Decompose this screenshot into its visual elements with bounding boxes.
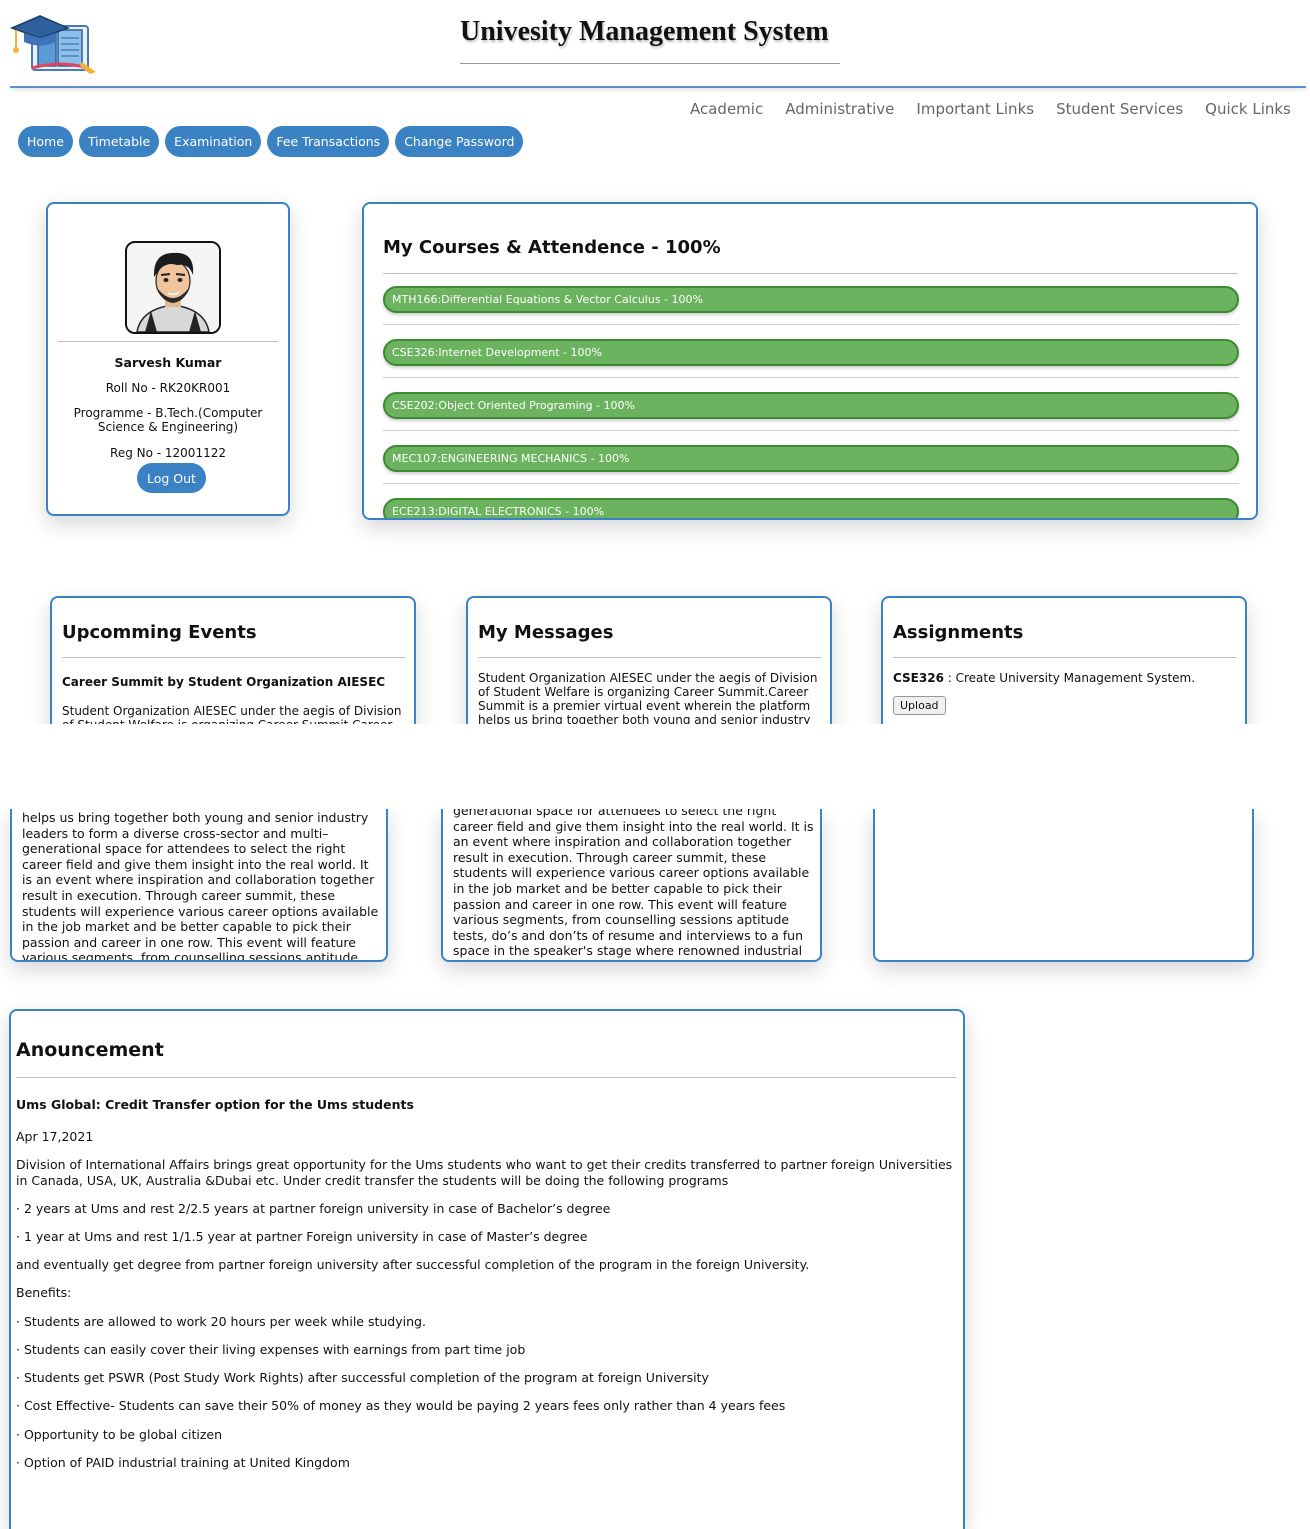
assignment-task: Create University Management System. [955,671,1196,685]
nav-fee-transactions-button[interactable]: Fee Transactions [267,126,390,157]
attendance-bar[interactable]: MTH166:Differential Equations & Vector C… [383,286,1239,313]
courses-card: My Courses & Attendence - 100% MTH166:Di… [362,202,1258,520]
announcement-title: Anouncement [16,1039,164,1061]
profile-card: Sarvesh Kumar Roll No - RK20KR001 Progra… [46,202,290,516]
events-divider [62,657,405,658]
profile-divider [58,341,278,342]
course-divider [383,324,1239,325]
benefit-item: · Students get PSWR (Post Study Work Rig… [16,1370,709,1385]
attendance-bar[interactable]: ECE213:DIGITAL ELECTRONICS - 100% [383,498,1239,518]
programme: Programme - B.Tech.(Computer Science & E… [73,406,263,434]
course-row: MTH166:Differential Equations & Vector C… [383,286,1239,339]
pill-nav: Home Timetable Examination Fee Transacti… [18,126,524,157]
messages-card-continued: generational space for attendees to sele… [441,809,822,962]
upcoming-events-card-continued: helps us bring together both young and s… [10,809,388,962]
event-title: Career Summit by Student Organization AI… [62,675,386,689]
menu-administrative[interactable]: Administrative [785,100,894,118]
menu-quick-links[interactable]: Quick Links [1205,100,1291,118]
title-underline [460,63,840,64]
attendance-bar[interactable]: CSE326:Internet Development - 100% [383,339,1239,366]
assignment-course-code: CSE326 [893,671,944,685]
nav-examination-button[interactable]: Examination [165,126,262,157]
student-avatar-icon [125,241,221,334]
benefit-item: · Students are allowed to work 20 hours … [16,1314,426,1329]
benefit-item: · Students can easily cover their living… [16,1342,526,1357]
nav-home-button[interactable]: Home [18,126,73,157]
course-row: CSE202:Object Oriented Programing - 100% [383,392,1239,445]
logout-button[interactable]: Log Out [137,463,206,493]
announcement-headline: Ums Global: Credit Transfer option for t… [16,1097,414,1112]
course-divider [383,377,1239,378]
benefits-label: Benefits: [16,1285,72,1300]
assignments-card-continued [873,809,1254,962]
menu-academic[interactable]: Academic [690,100,763,118]
menu-important-links[interactable]: Important Links [916,100,1034,118]
event-description-continued: helps us bring together both young and s… [22,810,379,962]
top-menu: Academic Administrative Important Links … [690,100,1291,118]
student-name: Sarvesh Kumar [114,355,222,370]
announcement-date: Apr 17,2021 [16,1129,94,1144]
message-text-continued: generational space for attendees to sele… [453,809,814,959]
graduation-cap-books-icon [9,8,102,74]
benefit-item: · Cost Effective- Students can save thei… [16,1398,786,1413]
announcement-closing: and eventually get degree from partner f… [16,1257,810,1272]
announcement-intro: Division of International Affairs brings… [16,1157,953,1188]
course-divider [383,430,1239,431]
nav-timetable-button[interactable]: Timetable [78,126,160,157]
attendance-bar[interactable]: CSE202:Object Oriented Programing - 100% [383,392,1239,419]
announcement-divider [16,1077,956,1078]
nav-change-password-button[interactable]: Change Password [395,126,524,157]
roll-number: Roll No - RK20KR001 [105,381,231,395]
course-divider [383,483,1239,484]
events-title: Upcomming Events [62,622,257,643]
assignments-title: Assignments [893,622,1024,643]
messages-title: My Messages [478,622,614,643]
benefit-item: · Option of PAID industrial training at … [16,1455,350,1470]
assignments-divider [893,657,1236,658]
courses-title: My Courses & Attendence - 100% [383,237,721,258]
site-title: Univesity Management System [460,16,829,47]
program-item: · 1 year at Ums and rest 1/1.5 year at p… [16,1229,588,1244]
course-row: MEC107:ENGINEERING MECHANICS - 100% [383,445,1239,498]
upload-button[interactable]: Upload [893,696,946,715]
courses-divider [383,273,1238,274]
screenshot-gap [0,724,1310,809]
registration-number: Reg No - 12001122 [110,446,226,460]
program-item: · 2 years at Ums and rest 2/2.5 years at… [16,1201,611,1216]
assignment-separator: : [943,671,956,685]
message-text: Student Organization AIESEC under the ae… [478,671,818,727]
attendance-bar[interactable]: MEC107:ENGINEERING MECHANICS - 100% [383,445,1239,472]
announcement-card: Anouncement Ums Global: Credit Transfer … [9,1009,965,1529]
benefit-item: · Opportunity to be global citizen [16,1427,223,1442]
assignment-item: CSE326 : Create University Management Sy… [893,671,1195,685]
menu-student-services[interactable]: Student Services [1056,100,1183,118]
messages-divider [478,657,821,658]
course-row: CSE326:Internet Development - 100% [383,339,1239,392]
course-row: ECE213:DIGITAL ELECTRONICS - 100% [383,498,1239,518]
header-divider [10,86,1306,88]
